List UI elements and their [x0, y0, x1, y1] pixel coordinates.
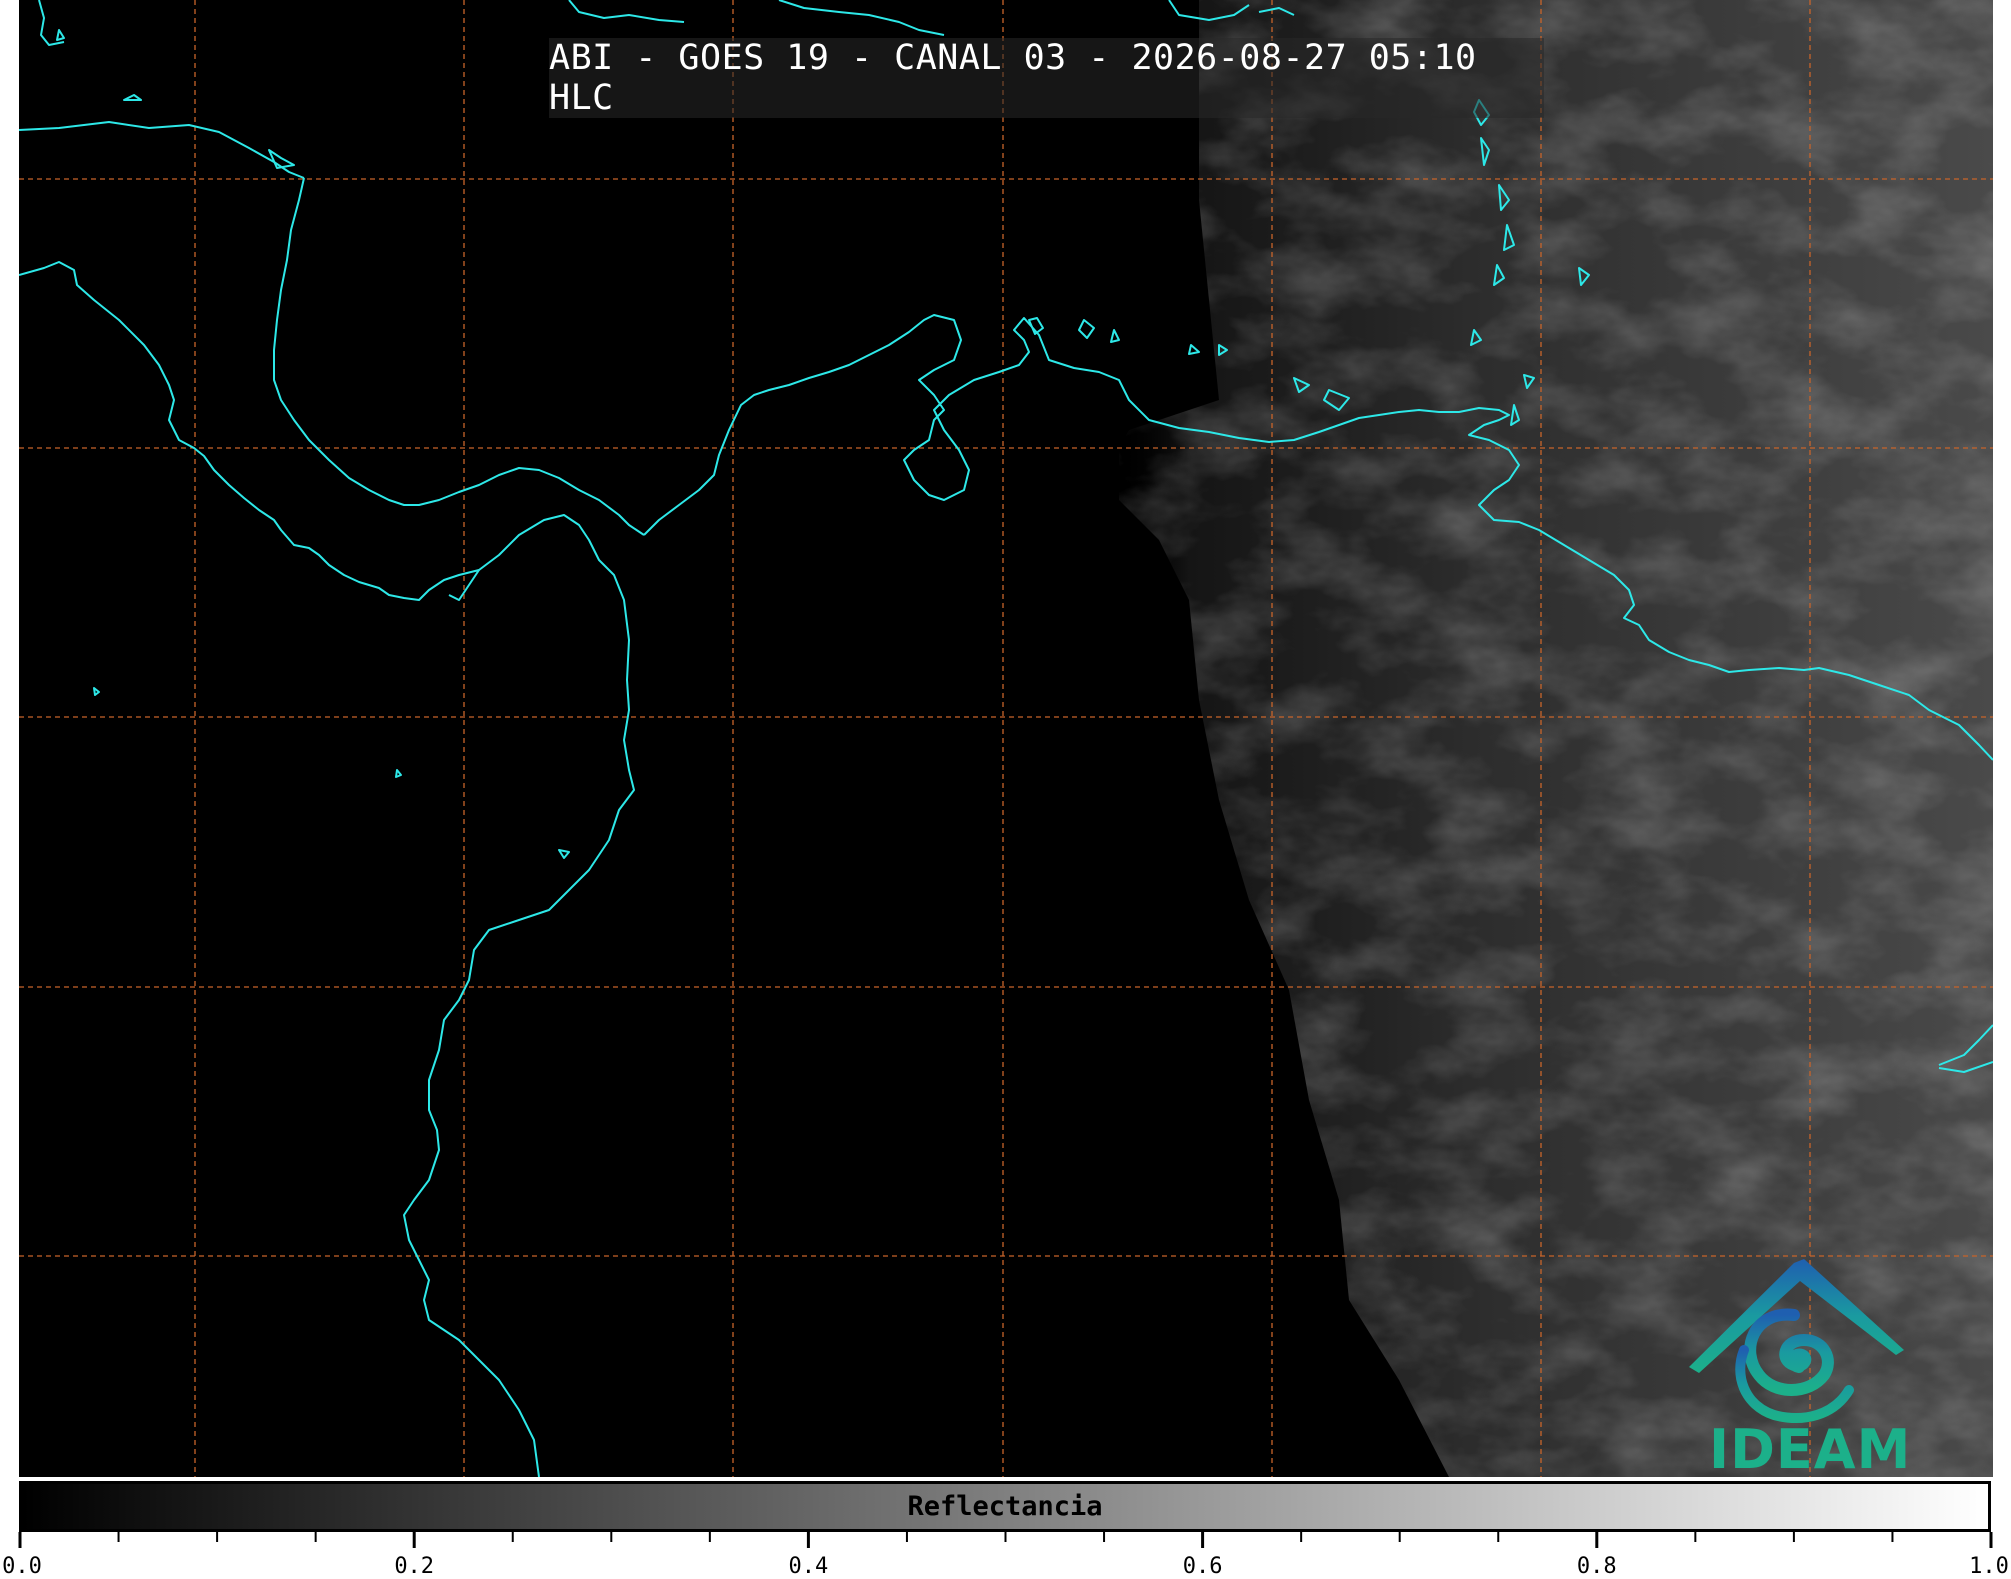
satellite-map: ABI - GOES 19 - CANAL 03 - 2026-08-27 05…: [19, 0, 1993, 1477]
colorbar-tick-label: 0.0: [2, 1554, 42, 1579]
colorbar-tick-label: 0.2: [394, 1554, 435, 1579]
colorbar-label: Reflectancia: [907, 1491, 1103, 1522]
colorbar-tick-label: 1.0: [1969, 1554, 2009, 1579]
map-title: ABI - GOES 19 - CANAL 03 - 2026-08-27 05…: [549, 38, 1544, 118]
colorbar-ticks: [18, 1532, 1993, 1548]
colorbar-tick-label: 0.6: [1182, 1554, 1223, 1579]
colorbar-tick-label: 0.4: [788, 1554, 829, 1579]
colorbar-tick-label: 0.8: [1576, 1554, 1617, 1579]
logo-text: IDEAM: [1709, 1418, 1912, 1477]
colorbar: Reflectancia: [19, 1481, 1991, 1532]
